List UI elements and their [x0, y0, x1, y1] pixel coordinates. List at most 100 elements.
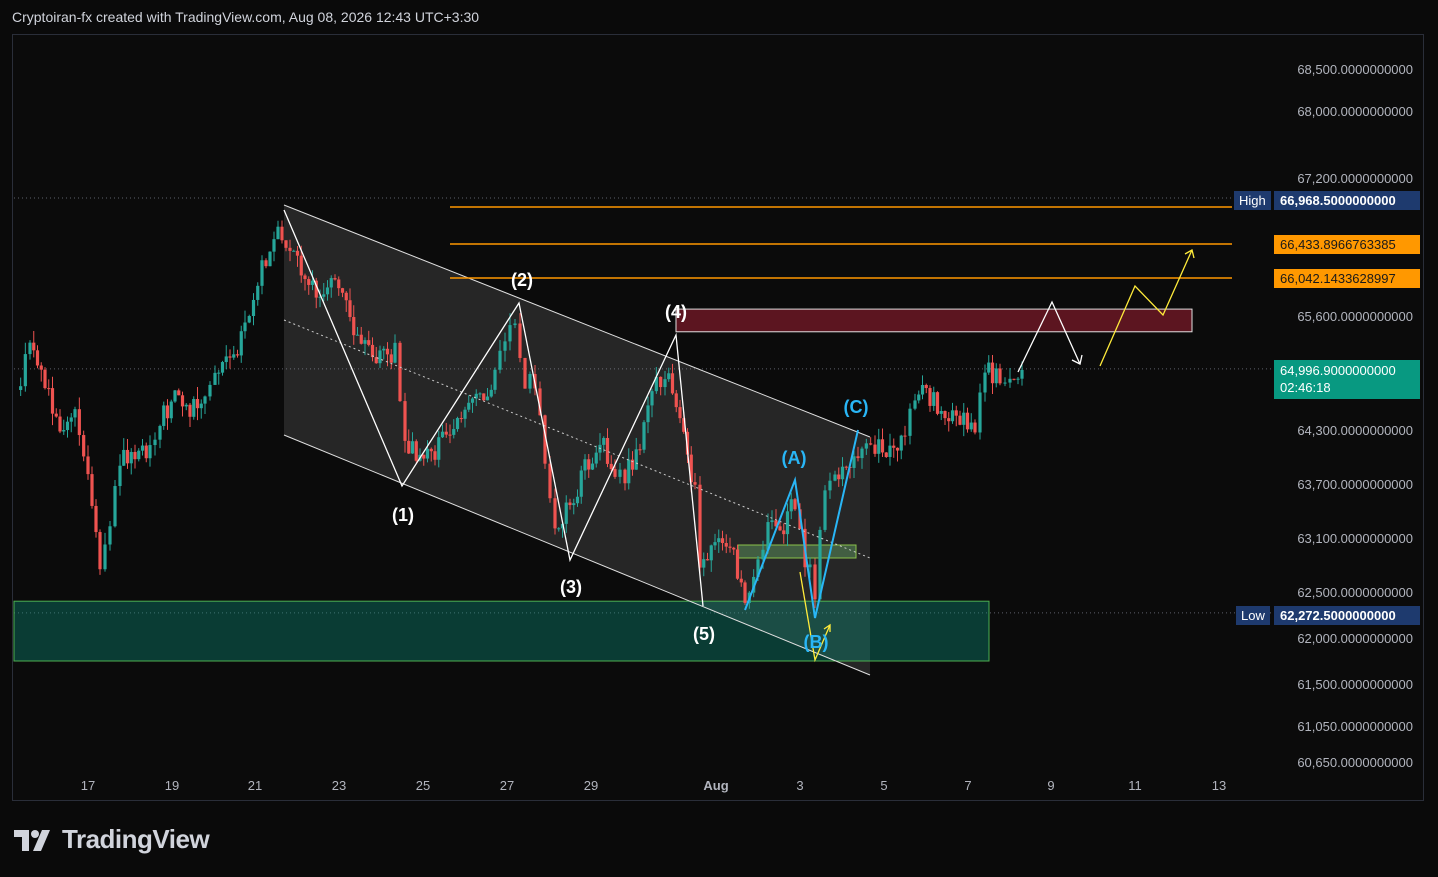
- candle-body: [482, 393, 486, 401]
- candle-body: [268, 251, 272, 267]
- candle-body: [367, 340, 371, 345]
- candle-body: [276, 226, 280, 240]
- y-axis-tick-label: 62,000.0000000000: [1297, 631, 1413, 646]
- candle-body: [62, 430, 66, 432]
- candle-body: [153, 439, 157, 446]
- tradingview-icon: [14, 829, 50, 851]
- candle-body: [65, 421, 70, 431]
- candle-body: [579, 470, 583, 497]
- candle-body: [355, 334, 360, 336]
- wave-label: (5): [693, 624, 715, 644]
- candle-body: [173, 390, 177, 402]
- candle-body: [903, 435, 907, 437]
- x-axis-tick-label: 13: [1212, 778, 1226, 793]
- candle-body: [698, 484, 702, 568]
- y-axis-tick-label: 68,000.0000000000: [1297, 104, 1413, 119]
- candle-body: [813, 564, 817, 600]
- candle-body: [917, 394, 921, 401]
- candle-body: [199, 403, 203, 409]
- candle-body: [860, 448, 864, 459]
- candle-body: [94, 505, 98, 533]
- candle-body: [659, 376, 663, 388]
- candle-body: [144, 445, 148, 459]
- candle-body: [973, 422, 977, 433]
- candle-body: [169, 401, 173, 419]
- x-axis-tick-label: 27: [500, 778, 514, 793]
- wave-label: (C): [844, 397, 869, 417]
- x-axis-tick-label: 5: [880, 778, 887, 793]
- candle-body: [158, 425, 162, 440]
- candle-body: [407, 440, 411, 454]
- candle-body: [1012, 378, 1016, 380]
- tradingview-logo[interactable]: TradingView: [14, 824, 210, 855]
- candle-body: [663, 379, 667, 388]
- candle-body: [307, 279, 311, 285]
- candle-body: [440, 431, 445, 438]
- candle-body: [793, 499, 797, 510]
- candle-body: [398, 342, 402, 402]
- candle-body: [184, 404, 188, 407]
- price-chart[interactable]: (1) (2) (3) (4) (5) (A) (B) (C) 68,500.00000000…: [0, 0, 1438, 877]
- candle-body: [192, 399, 196, 417]
- candle-body: [646, 405, 650, 423]
- candle-body: [433, 451, 437, 460]
- candle-body: [129, 451, 133, 464]
- wave-label: (4): [665, 302, 687, 322]
- candle-body: [437, 437, 441, 460]
- x-axis-tick-label: 7: [964, 778, 971, 793]
- wave-label: (B): [804, 632, 829, 652]
- candle-body: [217, 372, 221, 374]
- candle-body: [118, 465, 122, 487]
- candle-body: [513, 323, 517, 326]
- high-label: High: [1234, 191, 1271, 210]
- candle-body: [228, 356, 232, 358]
- candle-body: [1020, 369, 1024, 379]
- candle-body: [564, 502, 568, 524]
- candle-body: [363, 340, 367, 344]
- candle-body: [983, 372, 987, 393]
- candle-body: [352, 317, 356, 336]
- candle-body: [969, 422, 973, 430]
- candle-body: [590, 463, 595, 470]
- candle-body: [256, 285, 260, 300]
- candle-body: [743, 582, 747, 603]
- candle-body: [877, 439, 881, 454]
- candle-body: [103, 544, 107, 570]
- candle-body: [728, 546, 732, 548]
- small-zone: [737, 544, 857, 559]
- candle-body: [693, 482, 697, 485]
- candle-body: [188, 404, 192, 417]
- candle-body: [325, 287, 330, 295]
- candle-body: [568, 502, 572, 506]
- candle-body: [735, 549, 740, 579]
- candle-body: [998, 368, 1002, 384]
- candle-body: [444, 431, 448, 435]
- candle-body: [280, 226, 284, 241]
- y-axis-tick-label: 62,500.0000000000: [1297, 585, 1413, 600]
- candle-body: [548, 463, 552, 499]
- candle-body: [165, 405, 170, 419]
- demand-zone: [13, 600, 990, 662]
- x-axis-tick-label: 23: [332, 778, 346, 793]
- candle-body: [852, 456, 856, 468]
- x-axis-tick-label: 19: [165, 778, 179, 793]
- y-axis-tick-label: 61,500.0000000000: [1297, 677, 1413, 692]
- candle-body: [113, 486, 117, 527]
- wave-label: (2): [511, 270, 533, 290]
- y-axis-tick-label: 68,500.0000000000: [1297, 62, 1413, 77]
- candle-body: [177, 390, 181, 396]
- candle-body: [833, 474, 837, 481]
- wave-label: (1): [392, 505, 414, 525]
- candle-body: [47, 388, 51, 390]
- candle-body: [609, 463, 613, 470]
- candle-body: [678, 407, 682, 419]
- candle-body: [28, 342, 32, 355]
- low-label: Low: [1236, 606, 1270, 625]
- x-axis-tick-label: 9: [1047, 778, 1054, 793]
- candle-body: [947, 418, 951, 422]
- low-price-tag: 62,272.5000000000: [1274, 606, 1420, 625]
- candle-body: [709, 545, 713, 561]
- candle-body: [840, 466, 845, 480]
- candle-body: [594, 452, 598, 464]
- candle-body: [340, 288, 345, 293]
